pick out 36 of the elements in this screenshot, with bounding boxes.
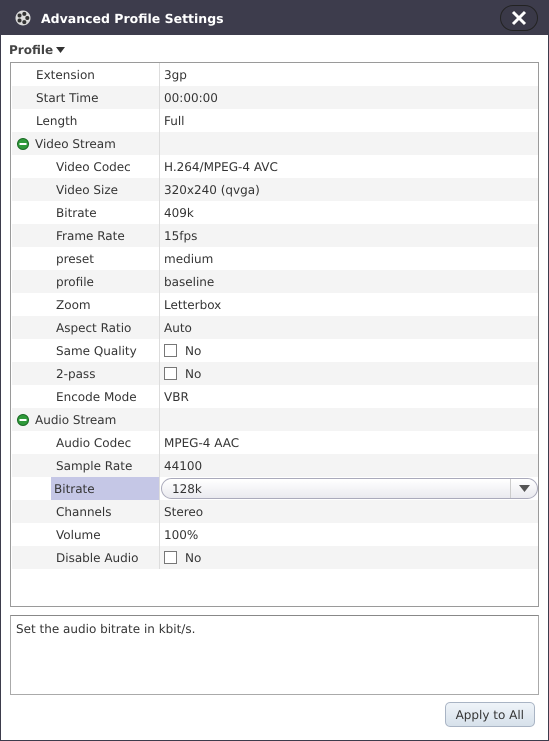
checkbox-label: No [185, 366, 202, 380]
description-text: Set the audio bitrate in kbit/s. [16, 622, 196, 636]
property-value: MPEG-4 AAC [164, 436, 240, 450]
window-title: Advanced Profile Settings [41, 10, 225, 26]
property-value: Auto [164, 320, 192, 334]
property-value: VBR [164, 390, 189, 404]
close-button[interactable] [500, 5, 538, 31]
film-reel-icon [15, 10, 31, 26]
property-value: Letterbox [164, 298, 222, 312]
checkbox[interactable] [164, 367, 177, 380]
property-value: baseline [164, 274, 214, 288]
property-value: 320x240 (qvga) [164, 182, 260, 196]
apply-button[interactable]: Apply to All [444, 702, 535, 727]
collapse-icon[interactable] [17, 138, 29, 150]
property-name[interactable]: Disable Audio [12, 546, 160, 569]
property-value: 00:00:00 [164, 90, 218, 104]
checkbox[interactable] [164, 344, 177, 357]
collapse-icon[interactable] [17, 414, 29, 426]
caret-icon [56, 47, 66, 53]
caret-icon [518, 485, 530, 492]
property-value: Stereo [164, 504, 204, 518]
property-value: 409k [164, 206, 194, 220]
profile-menu[interactable]: Profile [9, 43, 66, 57]
property-value: 3gp [164, 68, 187, 82]
property-value: Full [164, 114, 185, 128]
property-value: 15fps [164, 228, 198, 242]
selected-property-name[interactable]: Bitrate [51, 477, 160, 500]
property-value: medium [164, 252, 214, 266]
property-value: H.264/MPEG-4 AVC [164, 160, 278, 174]
close-icon [511, 10, 527, 26]
property-value: 44100 [164, 458, 202, 472]
checkbox[interactable] [164, 551, 177, 564]
checkbox-label: No [185, 344, 202, 358]
bitrate-dropdown[interactable]: 128k [161, 478, 538, 499]
property-value: 100% [164, 528, 198, 542]
checkbox-label: No [185, 550, 202, 564]
